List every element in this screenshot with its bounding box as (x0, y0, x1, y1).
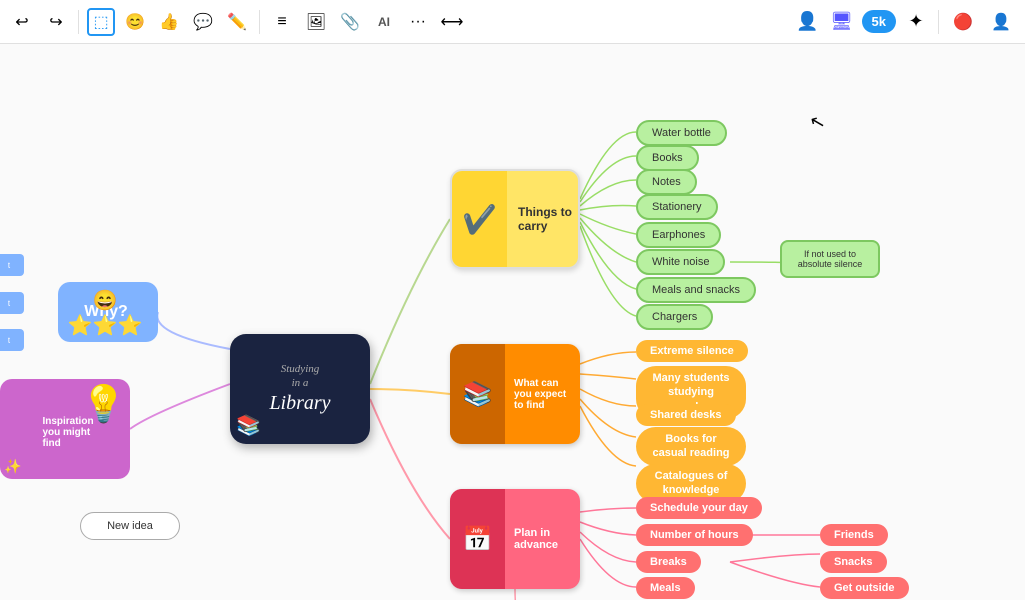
avatar-2: 👤 (985, 6, 1017, 38)
green-meals-snacks[interactable]: Meals and snacks (636, 277, 756, 303)
note-absolute-silence[interactable]: If not used to absolute silence (780, 240, 880, 278)
like-button[interactable]: 👍 (155, 8, 183, 36)
redo-button[interactable]: ↪ (42, 8, 70, 36)
more-button[interactable]: ··· (404, 8, 432, 36)
left-node-1[interactable]: t (0, 254, 24, 276)
pink-hours[interactable]: Number of hours (636, 524, 753, 546)
present-button[interactable]: 🖥 (828, 8, 856, 36)
what-expect-node[interactable]: 📚 What can you expect to find (450, 344, 580, 444)
green-water-bottle[interactable]: Water bottle (636, 120, 727, 146)
green-chargers[interactable]: Chargers (636, 304, 713, 330)
select-button[interactable]: ⬚ (87, 8, 115, 36)
toolbar-right: 👤 🖥 5k ✦ 🔴 👤 (794, 6, 1017, 38)
pink-friends[interactable]: Friends (820, 524, 888, 546)
share-button[interactable]: ✦ (902, 8, 930, 36)
avatar-1: 🔴 (947, 6, 979, 38)
green-notes[interactable]: Notes (636, 169, 697, 195)
left-node-2[interactable]: t (0, 292, 24, 314)
green-white-noise[interactable]: White noise (636, 249, 725, 275)
new-idea-label: New idea (107, 520, 153, 532)
toolbar: ↩ ↪ ⬚ 😊 👍 💬 ✏️ ≡ 🖼 📎 AI ··· ⟷ 👤 🖥 5k ✦ 🔴… (0, 0, 1025, 44)
comment-button[interactable]: 💬 (189, 8, 217, 36)
pink-snacks[interactable]: Snacks (820, 551, 887, 573)
cursor-arrow: ↖ (808, 110, 828, 134)
left-node-3[interactable]: t (0, 329, 24, 351)
green-earphones[interactable]: Earphones (636, 222, 721, 248)
pink-schedule[interactable]: Schedule your day (636, 497, 762, 519)
orange-casual-reading[interactable]: Books for casual reading (636, 427, 746, 466)
plan-label: Plan in advance (508, 523, 580, 555)
attach-button[interactable]: 📎 (336, 8, 364, 36)
library-node[interactable]: Studying in a Library 📚 (230, 334, 370, 444)
why-node[interactable]: Why? 😄⭐⭐⭐ (58, 282, 158, 342)
inspiration-node[interactable]: 💡 Inspirationyou mightfind ✨ (0, 379, 130, 479)
plan-advance-node[interactable]: 📅 Plan in advance (450, 489, 580, 589)
orange-shared-desks[interactable]: Shared desks (636, 404, 736, 426)
pink-breaks[interactable]: Breaks (636, 551, 701, 573)
pink-meals[interactable]: Meals (636, 577, 695, 599)
library-label: Studying in a Library (269, 362, 330, 417)
green-stationery[interactable]: Stationery (636, 194, 718, 220)
canvas[interactable]: Studying in a Library 📚 ✔️ Things to car… (0, 44, 1025, 600)
ai-button[interactable]: AI (370, 8, 398, 36)
new-idea-node[interactable]: New idea (80, 512, 180, 540)
green-books[interactable]: Books (636, 145, 699, 171)
things-label: Things to carry (512, 205, 578, 233)
undo-button[interactable]: ↩ (8, 8, 36, 36)
orange-extreme-silence[interactable]: Extreme silence (636, 340, 748, 362)
draw-button[interactable]: ✏️ (223, 8, 251, 36)
list-button[interactable]: ≡ (268, 8, 296, 36)
separator-1 (78, 10, 79, 34)
score-badge: 5k (862, 10, 896, 33)
emoji-button[interactable]: 😊 (121, 8, 149, 36)
connect-button[interactable]: ⟷ (438, 8, 466, 36)
add-user-button[interactable]: 👤 (794, 8, 822, 36)
things-to-carry-node[interactable]: ✔️ Things to carry (450, 169, 580, 269)
separator-3 (938, 10, 939, 34)
what-label: What can you expect to find (508, 374, 580, 415)
image-button[interactable]: 🖼 (302, 8, 330, 36)
pink-get-outside[interactable]: Get outside (820, 577, 909, 599)
separator-2 (259, 10, 260, 34)
